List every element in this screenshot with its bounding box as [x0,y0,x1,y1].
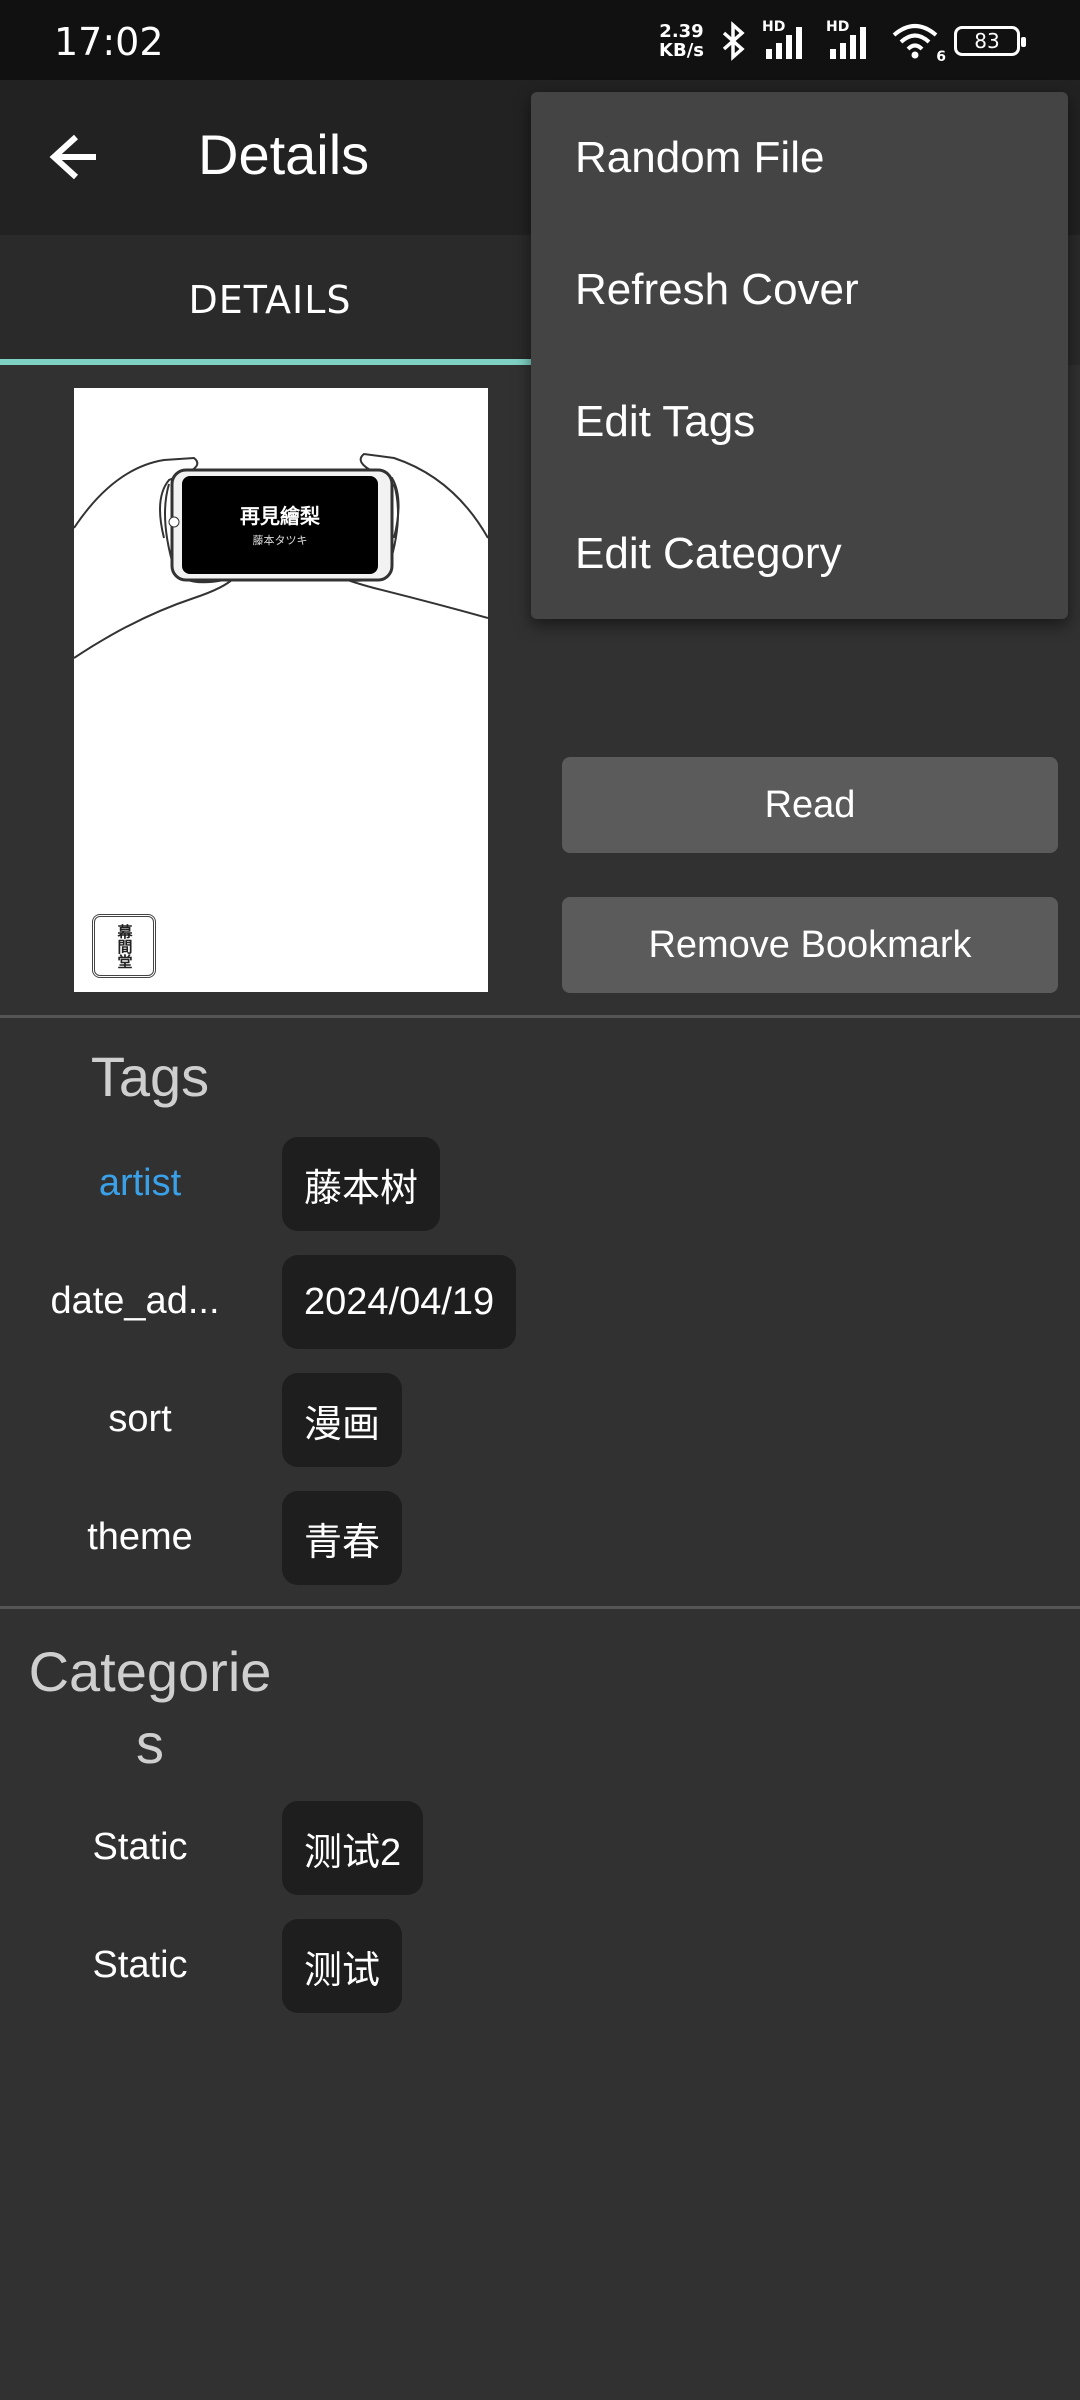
battery-indicator: 83 [954,26,1026,56]
wifi-icon [892,24,938,59]
network-speed: 2.39 KB/s [659,22,704,60]
categories-heading-line1: Categorie [28,1640,272,1703]
categories-heading-line2: s [136,1712,164,1775]
cell-signal-icon [830,27,866,59]
tags-heading: Tags [90,1045,210,1108]
tab-details[interactable]: DETAILS [0,235,540,365]
publisher-seal-text: 幕間堂 [115,923,134,969]
tag-value-chip[interactable]: 2024/04/19 [282,1255,517,1349]
status-icons: 2.39 KB/s HD HD 6 83 [659,18,1026,65]
arrow-left-icon [49,134,96,180]
bluetooth-icon [722,21,745,61]
wifi: 6 [890,21,946,65]
battery-level: 83 [974,29,1000,53]
signal-1: HD [762,19,812,61]
category-value-chip[interactable]: 测试2 [282,1801,424,1895]
wifi-label: 6 [936,49,946,65]
menu-item-edit-tags[interactable]: Edit Tags [531,356,1068,488]
cover-author: 藤本タツキ [252,534,308,547]
category-value-chip[interactable]: 测试 [282,1919,403,2013]
tag-value-chip[interactable]: 藤本树 [282,1137,441,1231]
tag-label-theme: theme [87,1516,193,1558]
tag-label-artist[interactable]: artist [0,1162,280,1205]
category-label: Static [92,1944,188,1986]
menu-item-random-file[interactable]: Random File [531,92,1068,224]
menu-item-edit-category[interactable]: Edit Category [531,488,1068,620]
tag-value-chip[interactable]: 青春 [282,1491,403,1585]
signal-2: HD [826,19,876,61]
tab-indicator [0,359,540,365]
cover-title: 再見繪梨 [240,504,320,528]
back-button[interactable] [44,120,114,195]
divider [0,1606,1080,1609]
categories-heading: Categorie s [0,1636,300,1780]
page-title: Details [198,123,370,186]
read-button[interactable]: Read [562,757,1058,853]
tag-label-date-added: date_ad... [50,1280,220,1322]
cell-signal-icon [766,27,802,59]
cover-illustration [74,452,488,659]
menu-item-refresh-cover[interactable]: Refresh Cover [531,224,1068,356]
tag-label-sort: sort [108,1398,172,1440]
remove-bookmark-button[interactable]: Remove Bookmark [562,897,1058,993]
divider [0,1015,1080,1018]
cover-image[interactable]: 再見繪梨 藤本タツキ 幕間堂 [74,388,488,992]
status-time: 17:02 [54,20,164,64]
overflow-menu: Random File Refresh Cover Edit Tags Edit… [531,92,1068,619]
status-bar: 17:02 2.39 KB/s HD HD 6 83 [0,0,1080,80]
network-speed-unit: KB/s [659,40,704,61]
tag-value-chip[interactable]: 漫画 [282,1373,403,1467]
category-label: Static [92,1826,188,1868]
network-speed-value: 2.39 [659,21,704,42]
publisher-seal: 幕間堂 [92,914,156,978]
